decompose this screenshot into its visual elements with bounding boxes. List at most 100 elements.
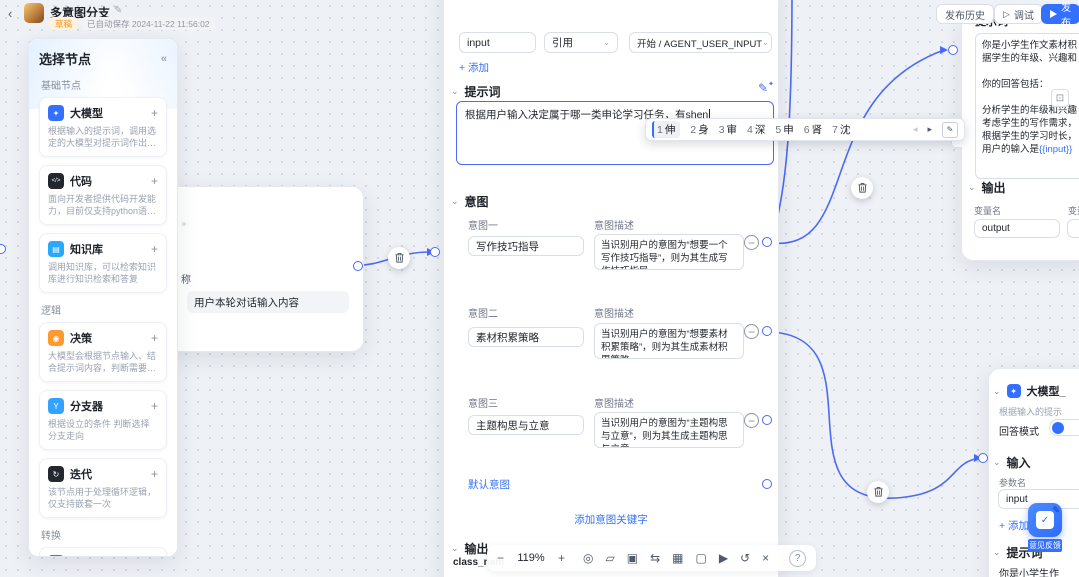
workflow-canvas[interactable]: 。 称 用户本轮对话输入内容 选择节点 « 基础节点 ✦ 大模型 + 根据输入的… [0,0,1079,577]
edge-delete-button[interactable] [851,177,873,199]
feedback-button[interactable]: ✓ ✎ [1028,503,1062,537]
canvas-toolbar: − 119% + ◎ ▱ ▣ ⇆ ▦ ▢ ▶ ↺ × ? [487,545,817,571]
node-card-decision[interactable]: ◉ 决策 + 大模型会根据节点输入、结合提示词内容，判断需要调用的流程，决定后续… [39,322,167,382]
add-node-button[interactable]: + [151,331,158,345]
ime-candidate[interactable]: 5申 [775,122,793,137]
node-card-knowledge[interactable]: ▤ 知识库 + 调用知识库，可以检索知识库进行知识检索和答复 [39,233,167,293]
edge-intent2-to-llm-bottom[interactable] [770,331,981,499]
start-node-input-field[interactable]: 用户本轮对话输入内容 [187,291,349,313]
param-name-input[interactable]: input [459,32,536,53]
ime-prev-page-icon[interactable]: ◂ [913,124,918,135]
port-llm-top-input[interactable] [948,45,958,55]
var-name-label-2: 变量 [1068,206,1079,216]
collapse-sidebar-icon[interactable]: « [161,53,167,65]
ime-candidate[interactable]: 7沈 [832,122,850,137]
add-node-button[interactable]: + [151,399,158,413]
locate-icon[interactable]: ◎ [583,552,593,564]
output-var-input[interactable]: output [974,219,1060,238]
redo-icon[interactable]: × [762,552,769,564]
intent-name-input[interactable]: 写作技巧指导 [468,236,584,256]
add-node-button[interactable]: + [151,556,158,557]
param-source-select[interactable]: 开始 / AGENT_USER_INPUT ⌄ [629,32,772,53]
port-start-node-output[interactable] [353,261,363,271]
zoom-out-button[interactable]: − [497,552,504,564]
trash-icon [394,252,404,263]
group-label-logic: 逻辑 [41,306,61,317]
edge-delete-button[interactable] [867,481,889,503]
edge-intent1-to-llm-top[interactable] [770,49,945,244]
node-card-desc: 根据设立的条件 判断选择分支走向 [48,419,150,441]
param-method-select[interactable]: 引用 ⌄ [544,32,618,53]
output-section-header[interactable]: ⌄ 输出 [968,179,1006,196]
debug-button[interactable]: ▷ 调试 [994,4,1043,24]
edge-delete-button[interactable] [388,247,410,269]
ai-optimize-prompt-icon[interactable]: ✎✦ [758,80,774,95]
port-intent-3[interactable] [762,415,772,425]
remove-intent-button[interactable]: − [744,324,759,339]
help-icon[interactable]: ? [789,549,807,567]
node-card-loop[interactable]: ↻ 迭代 + 该节点用于处理循环逻辑，仅支持嵌套一次 [39,458,167,518]
ime-next-page-icon[interactable]: ▸ [927,124,932,135]
auto-layout-icon[interactable]: ⇆ [650,552,660,564]
node-card-llm[interactable]: ✦ 大模型 + 根据输入的提示词，调用选定的大模型对提示词作出回答 [39,97,167,157]
intent-desc-input[interactable]: 当识别用户的意图为“主题构思与立意”，则为其生成主题构思与立意 [594,412,744,448]
start-node-card[interactable]: 。 称 用户本轮对话输入内容 [150,186,364,352]
ime-candidate[interactable]: 4深 [747,122,765,137]
ime-candidate[interactable]: 3审 [719,122,737,137]
add-node-button[interactable]: + [151,106,158,120]
node-card-var-store[interactable]: ▥ 变量存储器 + 可定义多个变量，在整个多轮会话期间持续生效，用于多轮会话期间… [39,547,167,557]
ime-candidate[interactable]: 6肾 [804,122,822,137]
output-var-input-2[interactable] [1067,219,1079,238]
intent-name-input[interactable]: 素材积累策略 [468,327,584,347]
var-name-label: 变量名 [974,206,1002,216]
port-intent-node-input[interactable] [430,247,440,257]
grid-icon[interactable]: ▦ [672,552,683,564]
add-node-button[interactable]: + [151,174,158,188]
port-intent-2[interactable] [762,326,772,336]
default-intent-link[interactable]: 默认意图 [468,477,510,492]
intent-desc-label: 意图描述 [594,309,634,320]
undo-icon[interactable]: ↺ [740,552,750,564]
trash-icon [873,486,883,497]
add-param-button[interactable]: + 添加 [999,518,1029,533]
output-section-header[interactable]: ⌄ 输出 [451,540,489,557]
node-text-fragment: 。 [182,217,192,228]
intent-name-input[interactable]: 主题构思与立意 [468,415,584,435]
ime-candidate[interactable]: 1伸 [652,121,681,138]
ime-tool-icon[interactable]: ✎ [942,121,958,138]
prompt-section-header[interactable]: ⌄ 提示词 [451,83,501,100]
add-node-button[interactable]: + [151,467,158,481]
remove-intent-button[interactable]: − [744,413,759,428]
sidebar-title: 选择节点 [39,52,92,67]
publish-history-button[interactable]: 发布历史 [936,4,994,24]
input-section-header[interactable]: ⌄ 输入 [993,454,1031,471]
intent-section-header[interactable]: ⌄ 意图 [451,193,489,210]
edit-title-icon[interactable]: ✎ [114,5,122,16]
intent-label: 意图一 [468,221,498,232]
node-card-code[interactable]: </> 代码 + 面向开发者提供代码开发能力，目前仅支持python语言，允许使… [39,165,167,225]
zoom-in-button[interactable]: + [558,552,565,564]
node-card-branch[interactable]: Y 分支器 + 根据设立的条件 判断选择分支走向 [39,390,167,450]
port-intent-1[interactable] [762,237,772,247]
node-card-title: 分支器 [70,401,103,413]
publish-button[interactable]: 发布 [1041,3,1079,29]
comment-icon[interactable]: ▢ [696,552,707,564]
port-default-intent[interactable] [762,479,772,489]
back-button[interactable]: ‹ [8,6,12,21]
minimap-icon[interactable]: ▣ [627,552,638,564]
zoom-level: 119% [517,552,545,564]
add-node-button[interactable]: + [151,242,158,256]
port-llm-bottom-input[interactable] [978,453,988,463]
lock-icon[interactable]: ▱ [606,552,615,564]
expand-textarea-button[interactable]: ⊡ [1051,89,1069,107]
intent-desc-input[interactable]: 当识别用户的意图为“想要一个写作技巧指导”，则为其生成写作技巧指导 [594,234,744,270]
paper-plane-icon [1050,10,1057,18]
run-icon[interactable]: ▶ [719,552,728,564]
remove-intent-button[interactable]: − [744,235,759,250]
intent-desc-input[interactable]: 当识别用户的意图为“想要素材积累策略”，则为其生成素材积累策略 [594,323,744,359]
ime-candidate[interactable]: 2身 [690,122,708,137]
add-intent-keyword-button[interactable]: 添加意图关键字 [444,512,778,527]
llm-node-header[interactable]: ⌄ ✦ 大模型_ [993,383,1066,399]
answer-mode-select[interactable] [1049,419,1079,436]
add-param-button[interactable]: + 添加 [459,60,489,75]
